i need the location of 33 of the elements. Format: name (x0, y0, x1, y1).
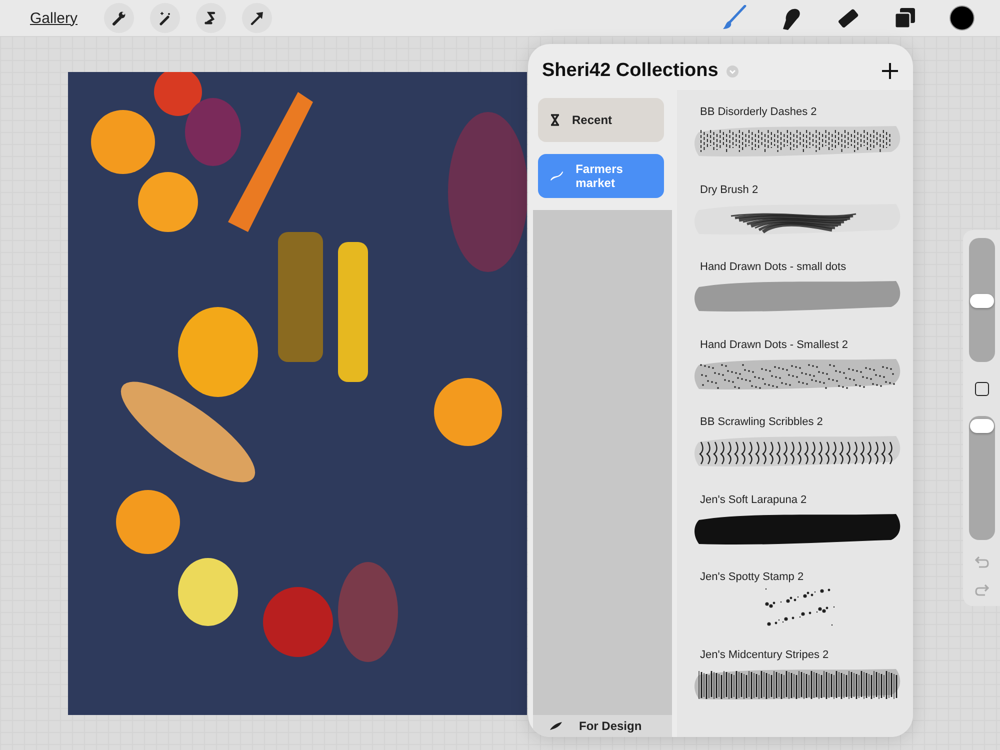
brush-name: Jen's Soft Larapuna 2 (700, 494, 808, 506)
color-swatch-icon (949, 5, 975, 31)
wrench-icon (110, 10, 127, 26)
magic-wand-icon (156, 10, 173, 26)
brush-name: BB Scrawling Scribbles 2 (700, 416, 824, 428)
brush-name: Jen's Spotty Stamp 2 (700, 571, 805, 583)
eraser-icon (836, 6, 860, 30)
brush-stroke-icon (550, 170, 564, 182)
opacity-slider[interactable] (968, 416, 994, 540)
brush-icon (721, 5, 747, 31)
leaf-icon (549, 721, 563, 731)
brush-size-slider[interactable] (968, 238, 994, 362)
wand-button[interactable] (150, 3, 180, 33)
brush-name: BB Disorderly Dashes 2 (700, 106, 818, 118)
wrench-button[interactable] (104, 3, 134, 33)
chevron-icon (726, 64, 740, 78)
slider-thumb[interactable] (970, 294, 994, 308)
layers-icon (893, 6, 917, 30)
brush-name: Hand Drawn Dots - small dots (700, 261, 848, 273)
collection-item[interactable]: Recent (538, 98, 664, 142)
slider-thumb[interactable] (970, 418, 994, 433)
brush-name: Hand Drawn Dots - Smallest 2 (700, 338, 849, 350)
selection-button[interactable] (196, 3, 226, 33)
gallery-link[interactable]: Gallery (30, 10, 78, 26)
arrow-button[interactable] (242, 3, 272, 33)
collection-item[interactable]: For Design (533, 715, 672, 737)
brush-name: Dry Brush 2 (700, 184, 760, 196)
modify-button[interactable] (974, 382, 988, 396)
arrow-icon (248, 10, 265, 26)
add-icon[interactable] (881, 62, 899, 80)
brush-name: Jen's Midcentury Stripes 2 (700, 648, 830, 660)
hourglass-icon (550, 114, 560, 126)
panel-title: Sheri42 Collections (542, 60, 718, 82)
